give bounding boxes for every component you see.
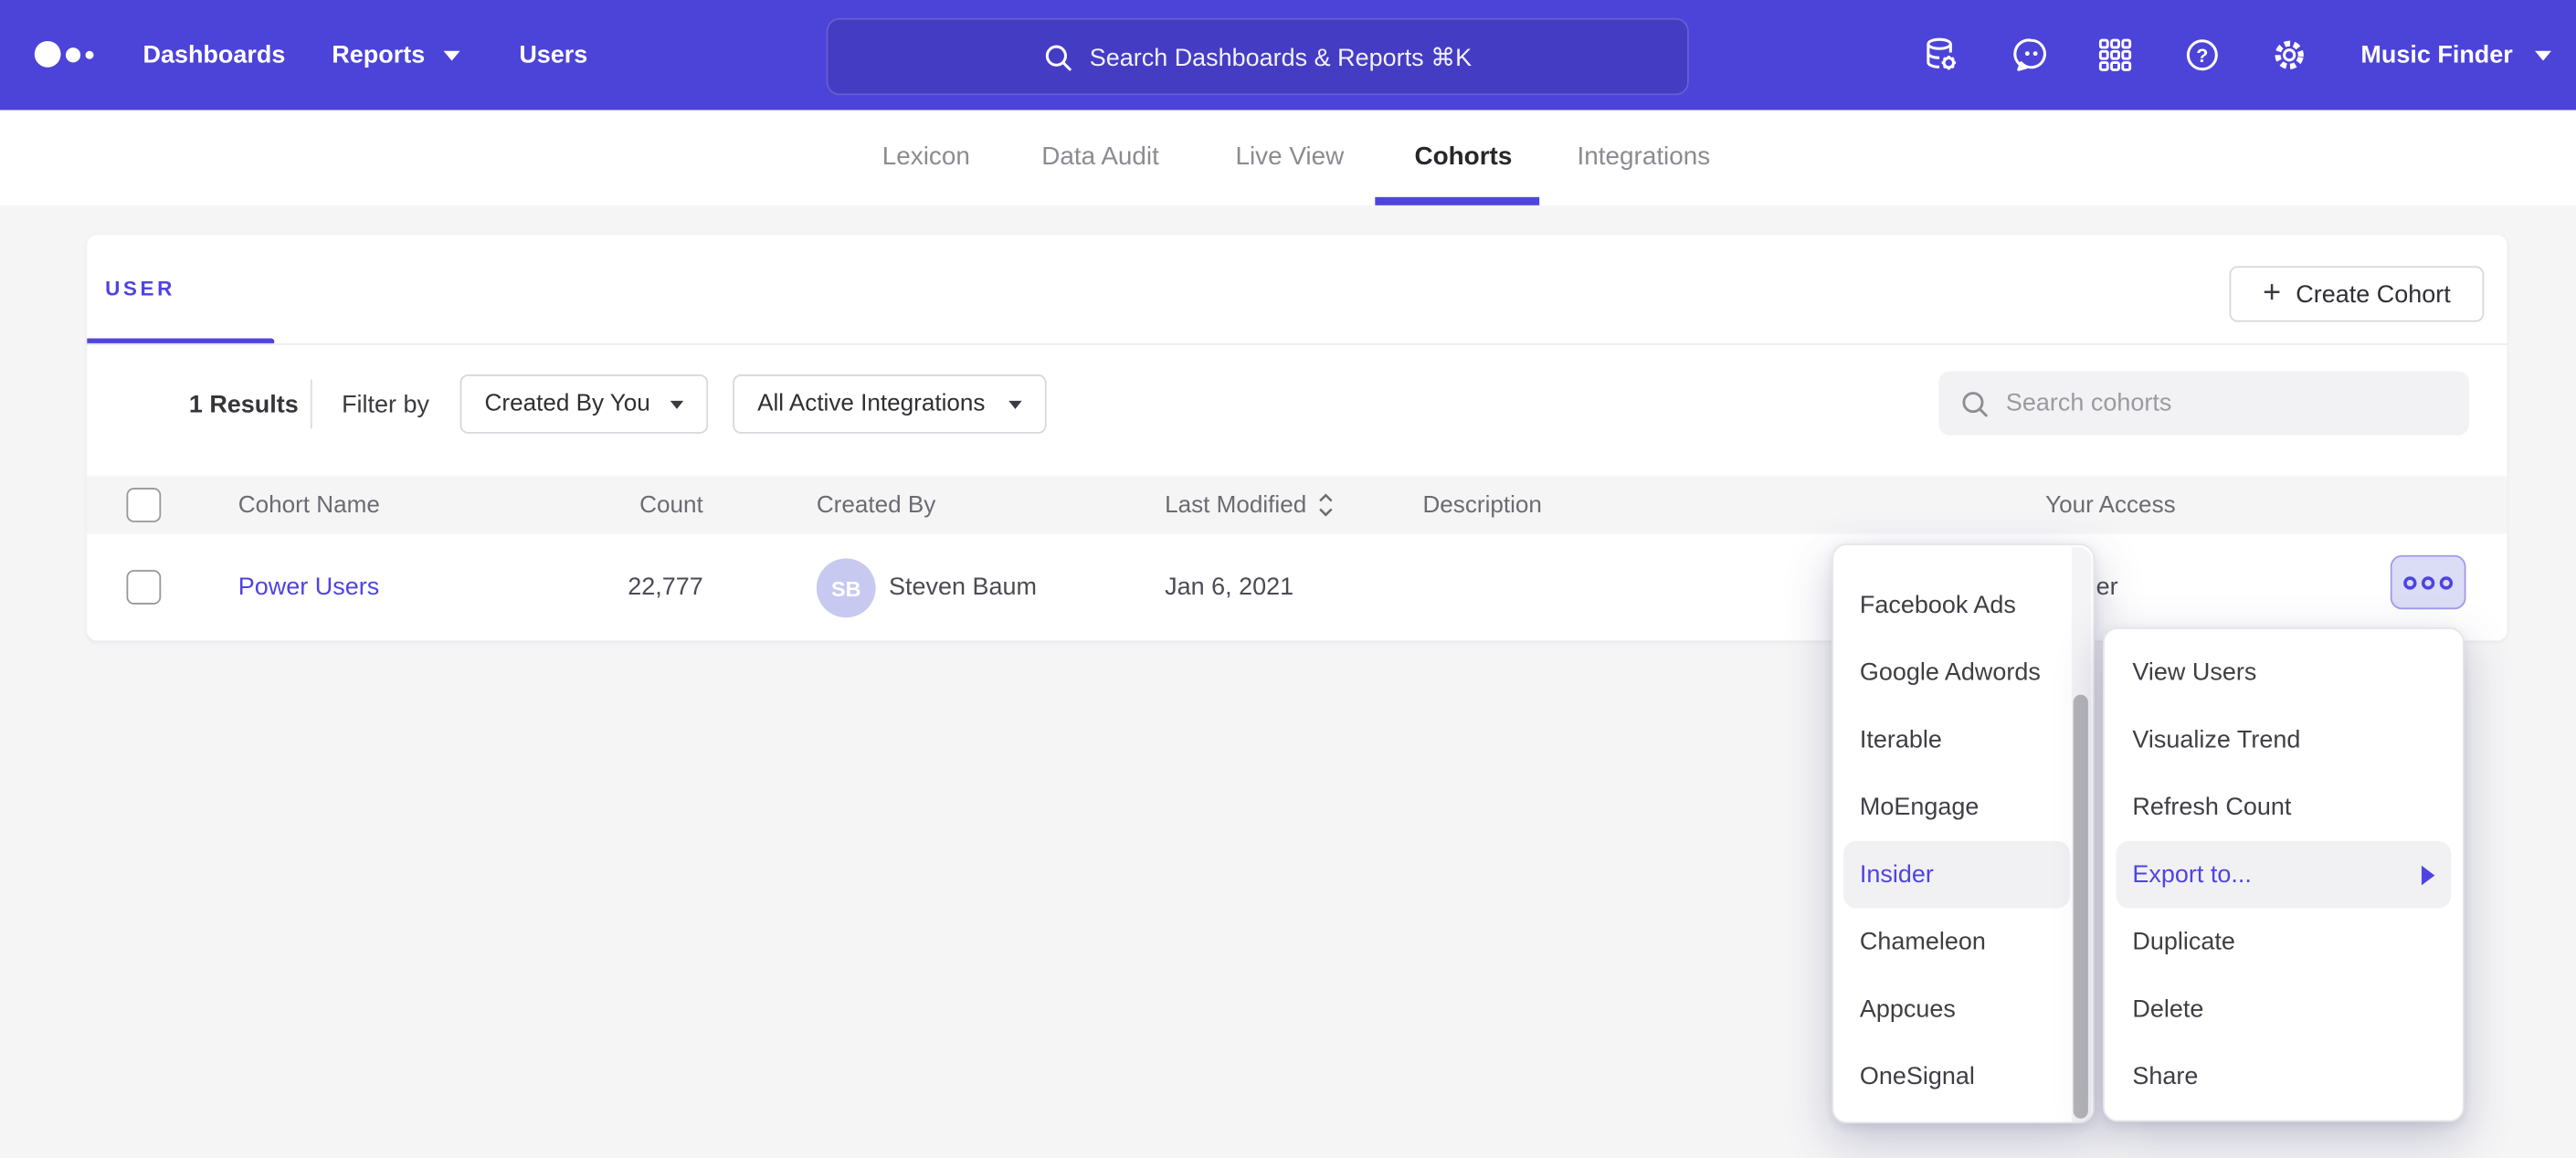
menu-item-view-users[interactable]: View Users	[2116, 639, 2451, 707]
menu-item-visualize-trend[interactable]: Visualize Trend	[2116, 706, 2451, 774]
results-count: 1 Results	[189, 391, 299, 419]
submenu-item-iterable[interactable]: Iterable	[1843, 706, 2070, 774]
col-your-access[interactable]: Your Access	[2045, 477, 2176, 534]
data-management-icon[interactable]	[1911, 0, 1970, 110]
create-cohort-button[interactable]: + Create Cohort	[2230, 266, 2485, 321]
submenu-item-moengage[interactable]: MoEngage	[1843, 774, 2070, 841]
submenu-item-chameleon[interactable]: Chameleon	[1843, 909, 2070, 976]
svg-text:?: ?	[2195, 44, 2207, 67]
chevron-down-icon	[2534, 50, 2550, 60]
tab-data-audit[interactable]: Data Audit	[1041, 110, 1159, 205]
submenu-scrollbar-thumb[interactable]	[2073, 695, 2087, 1119]
app-window: Dashboards Reports Users Search Dashboar…	[0, 0, 2576, 1158]
search-placeholder: Search cohorts	[2006, 389, 2171, 417]
filter-integrations-dropdown[interactable]: All Active Integrations	[733, 374, 1047, 434]
tab-cohorts[interactable]: Cohorts	[1414, 110, 1512, 205]
settings-gear-icon[interactable]	[2259, 0, 2318, 110]
col-last-modified[interactable]: Last Modified	[1165, 477, 1335, 534]
plus-icon: +	[2263, 277, 2281, 308]
col-description[interactable]: Description	[1422, 477, 1541, 534]
sort-icon	[1318, 493, 1335, 518]
submenu-scrollbar-track[interactable]	[2072, 547, 2092, 1123]
divider	[87, 343, 2507, 345]
search-cohorts-input[interactable]: Search cohorts	[1938, 371, 2469, 435]
submenu-item-google-adwords[interactable]: Google Adwords	[1843, 639, 2070, 707]
submenu-arrow-icon	[2422, 865, 2434, 885]
nav-dashboards[interactable]: Dashboards	[143, 0, 285, 110]
export-submenu: Braze Facebook Ads Google Adwords Iterab…	[1832, 543, 2095, 1123]
search-icon	[1960, 388, 1990, 417]
active-tab-underline	[1375, 197, 1539, 205]
menu-item-share[interactable]: Share	[2116, 1043, 2451, 1111]
submenu-item-braze[interactable]: Braze	[1843, 543, 2070, 570]
col-cohort-name[interactable]: Cohort Name	[238, 477, 380, 534]
filter-by-label: Filter by	[342, 391, 429, 419]
submenu-item-appcues[interactable]: Appcues	[1843, 975, 2070, 1043]
submenu-item-insider[interactable]: Insider	[1843, 841, 2070, 909]
cohort-name-link[interactable]: Power Users	[238, 534, 379, 641]
col-count[interactable]: Count	[558, 477, 702, 534]
nav-users[interactable]: Users	[519, 0, 587, 110]
filter-created-by-dropdown[interactable]: Created By You	[460, 374, 709, 434]
last-modified-date: Jan 6, 2021	[1165, 534, 1293, 641]
chevron-down-icon	[1008, 400, 1021, 408]
menu-item-refresh-count[interactable]: Refresh Count	[2116, 774, 2451, 841]
row-actions-button[interactable]	[2391, 555, 2466, 609]
top-navbar: Dashboards Reports Users Search Dashboar…	[0, 0, 2576, 110]
select-all-checkbox[interactable]	[126, 488, 161, 522]
row-context-menu: View Users Visualize Trend Refresh Count…	[2103, 627, 2465, 1121]
section-tabbar: Lexicon Data Audit Live View Cohorts Int…	[0, 110, 2576, 205]
divider	[311, 379, 312, 428]
menu-item-duplicate[interactable]: Duplicate	[2116, 909, 2451, 976]
tab-live-view[interactable]: Live View	[1235, 110, 1344, 205]
chevron-down-icon	[670, 400, 683, 408]
ellipsis-icon	[2403, 575, 2416, 588]
table-row: Power Users 22,777 SB Steven Baum Jan 6,…	[87, 534, 2507, 641]
cohorts-card: USER + Create Cohort 1 Results Filter by…	[87, 235, 2507, 640]
tab-lexicon[interactable]: Lexicon	[882, 110, 970, 205]
row-checkbox[interactable]	[126, 570, 161, 605]
menu-item-export-to[interactable]: Export to...	[2116, 841, 2451, 909]
col-created-by[interactable]: Created By	[817, 477, 935, 534]
cohort-count: 22,777	[558, 534, 702, 641]
feedback-bubble-icon[interactable]	[2001, 0, 2061, 110]
menu-item-delete[interactable]: Delete	[2116, 975, 2451, 1043]
tab-integrations[interactable]: Integrations	[1578, 110, 1711, 205]
chevron-down-icon	[443, 50, 459, 60]
avatar: SB	[817, 558, 876, 617]
tab-user-cohorts[interactable]: USER	[105, 278, 175, 300]
search-icon	[1043, 42, 1072, 71]
global-search-input[interactable]: Search Dashboards & Reports ⌘K	[827, 18, 1689, 96]
table-header: Cohort Name Count Created By Last Modifi…	[87, 477, 2507, 534]
project-switcher[interactable]: Music Finder	[2360, 0, 2550, 110]
help-icon[interactable]: ?	[2172, 0, 2232, 110]
submenu-item-onesignal[interactable]: OneSignal	[1843, 1043, 2070, 1111]
nav-reports[interactable]: Reports	[332, 0, 459, 110]
submenu-item-facebook-ads[interactable]: Facebook Ads	[1843, 572, 2070, 639]
apps-grid-icon[interactable]	[2085, 0, 2144, 110]
created-by-name: Steven Baum	[889, 534, 1037, 641]
